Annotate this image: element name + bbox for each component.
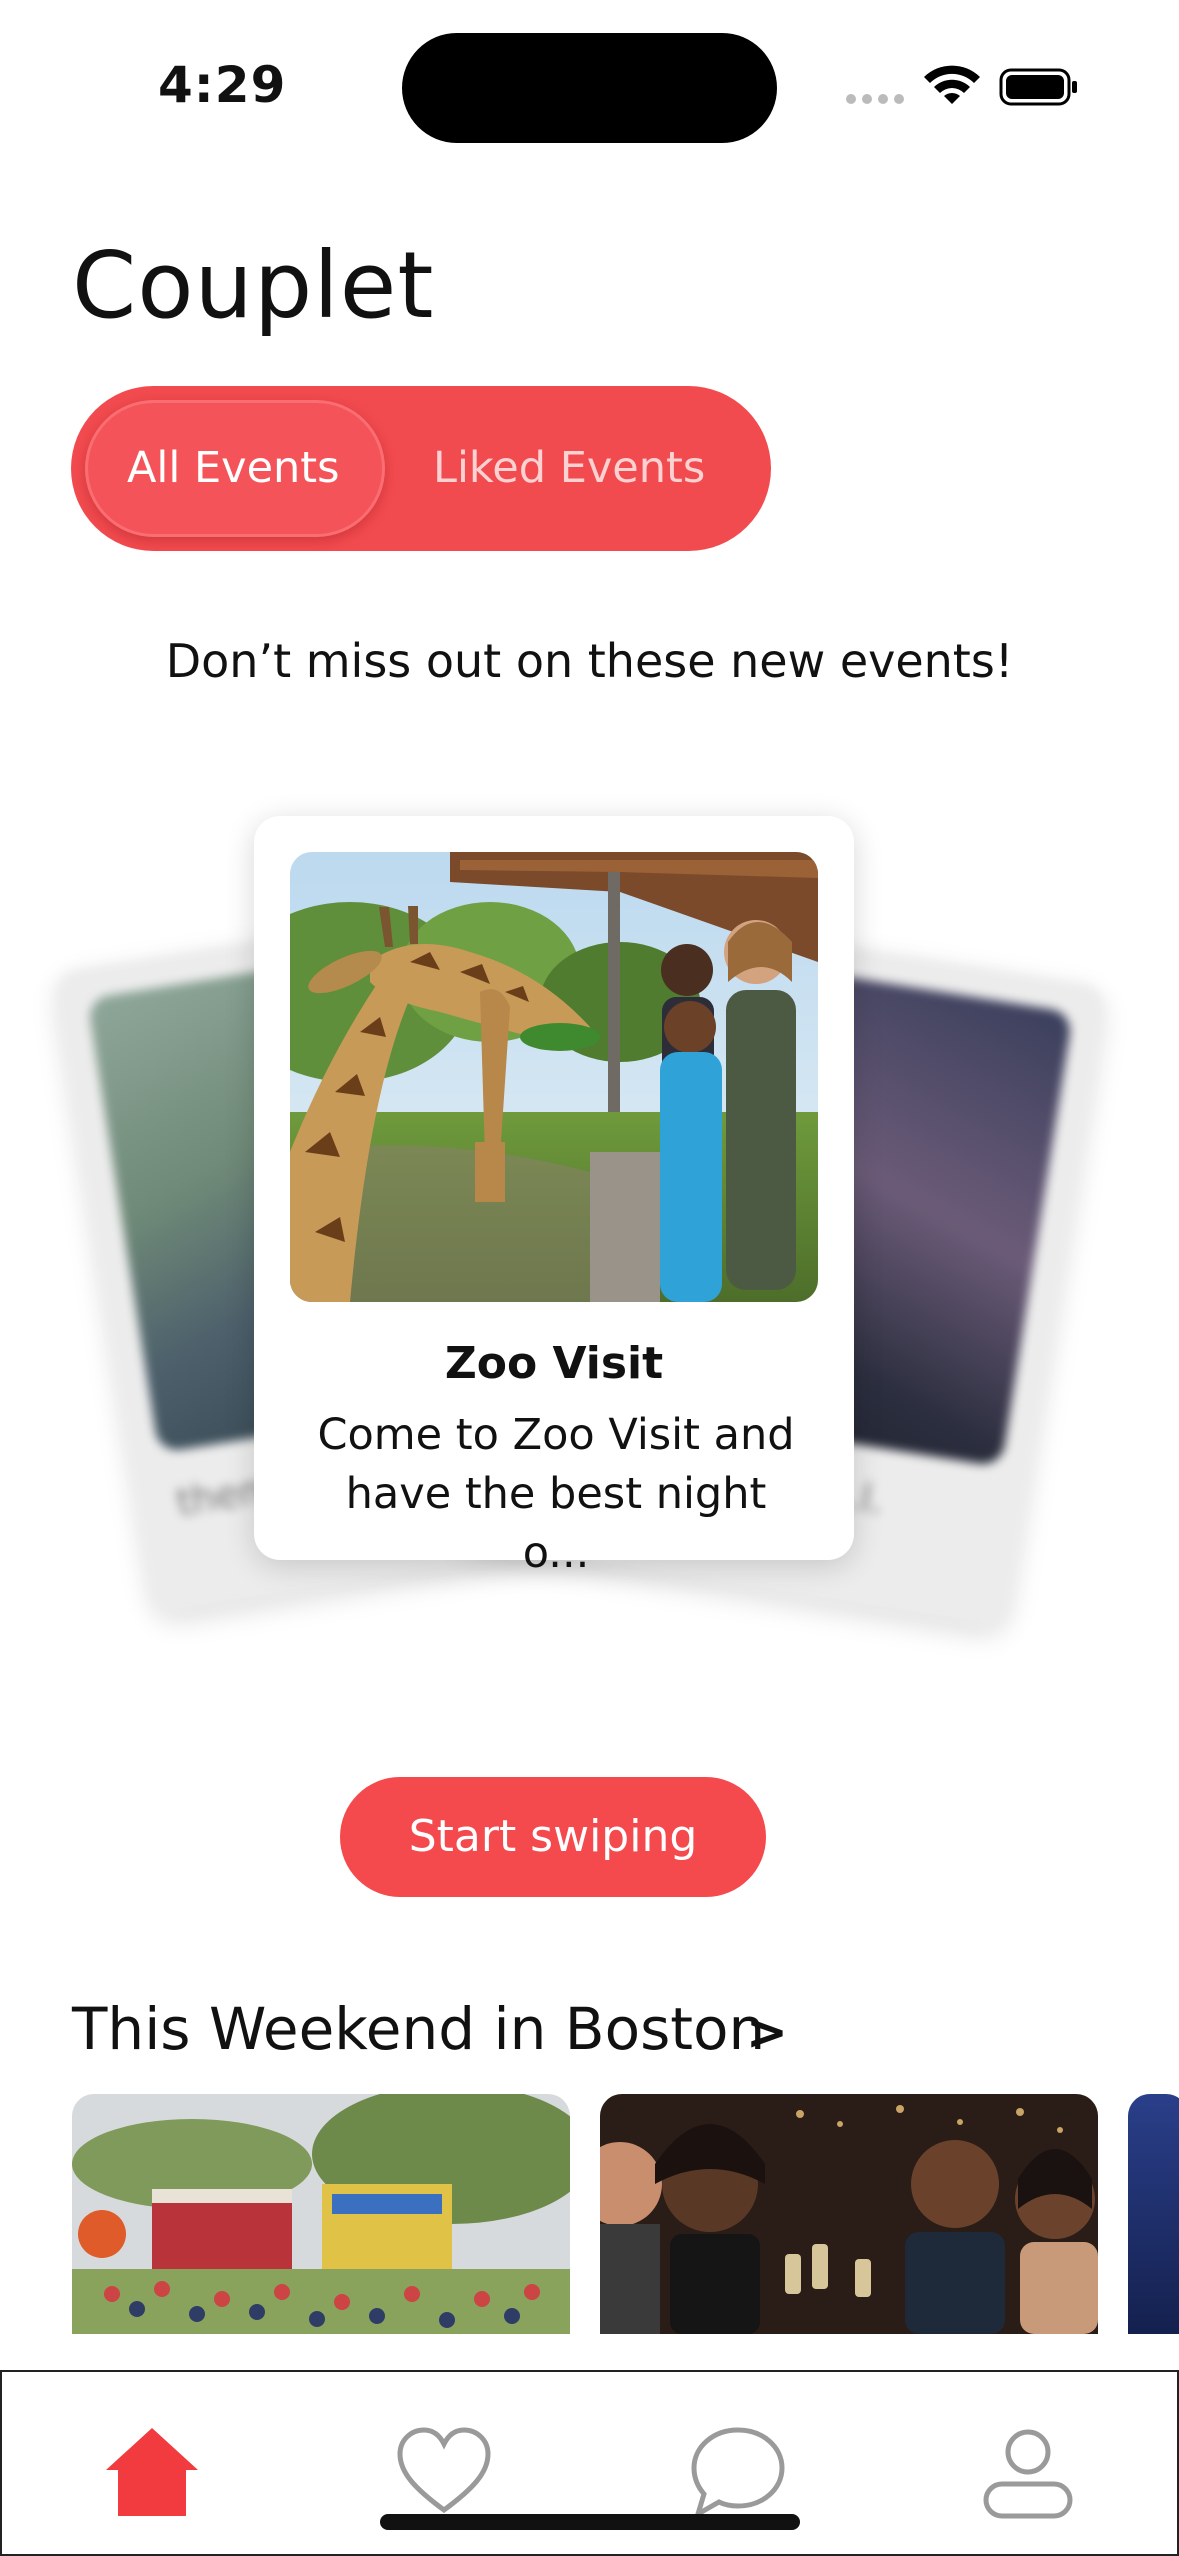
weekend-event-thumbnail[interactable] bbox=[600, 2094, 1098, 2334]
event-card-title: Zoo Visit bbox=[444, 1338, 664, 1389]
event-card-zoo-visit[interactable]: Zoo Visit Come to Zoo Visit and have the… bbox=[254, 816, 854, 1578]
zoo-visit-photo bbox=[290, 852, 818, 1302]
weekend-event-thumbnail[interactable] bbox=[1128, 2094, 1179, 2334]
app-title: Couplet bbox=[72, 232, 435, 339]
start-swiping-button[interactable]: Start swiping bbox=[340, 1777, 766, 1897]
home-screen: 4:29 Couplet All Events Liked Events Don… bbox=[0, 0, 1179, 2556]
weekend-event-thumbnail[interactable] bbox=[72, 2094, 570, 2334]
heart-icon[interactable] bbox=[394, 2422, 494, 2522]
weekend-section-title[interactable]: This Weekend in Boston bbox=[72, 1995, 765, 2063]
chat-bubble-icon[interactable] bbox=[688, 2422, 788, 2522]
events-segmented-control: All Events Liked Events bbox=[71, 386, 771, 551]
dynamic-island bbox=[402, 33, 777, 143]
chevron-right-icon[interactable]: > bbox=[746, 2003, 788, 2061]
home-icon[interactable] bbox=[102, 2422, 202, 2522]
person-icon[interactable] bbox=[978, 2422, 1078, 2522]
home-indicator bbox=[380, 2514, 800, 2530]
new-events-heading: Don’t miss out on these new events! bbox=[165, 634, 1014, 688]
wifi-icon bbox=[924, 65, 980, 104]
event-card-description: Come to Zoo Visit and have the best nigh… bbox=[317, 1410, 795, 1578]
battery-icon bbox=[999, 68, 1077, 106]
tab-all-events-label[interactable]: All Events bbox=[127, 443, 340, 493]
tab-liked-events[interactable]: Liked Events bbox=[433, 443, 705, 493]
signal-dots-icon bbox=[846, 94, 904, 106]
status-time: 4:29 bbox=[158, 56, 287, 114]
